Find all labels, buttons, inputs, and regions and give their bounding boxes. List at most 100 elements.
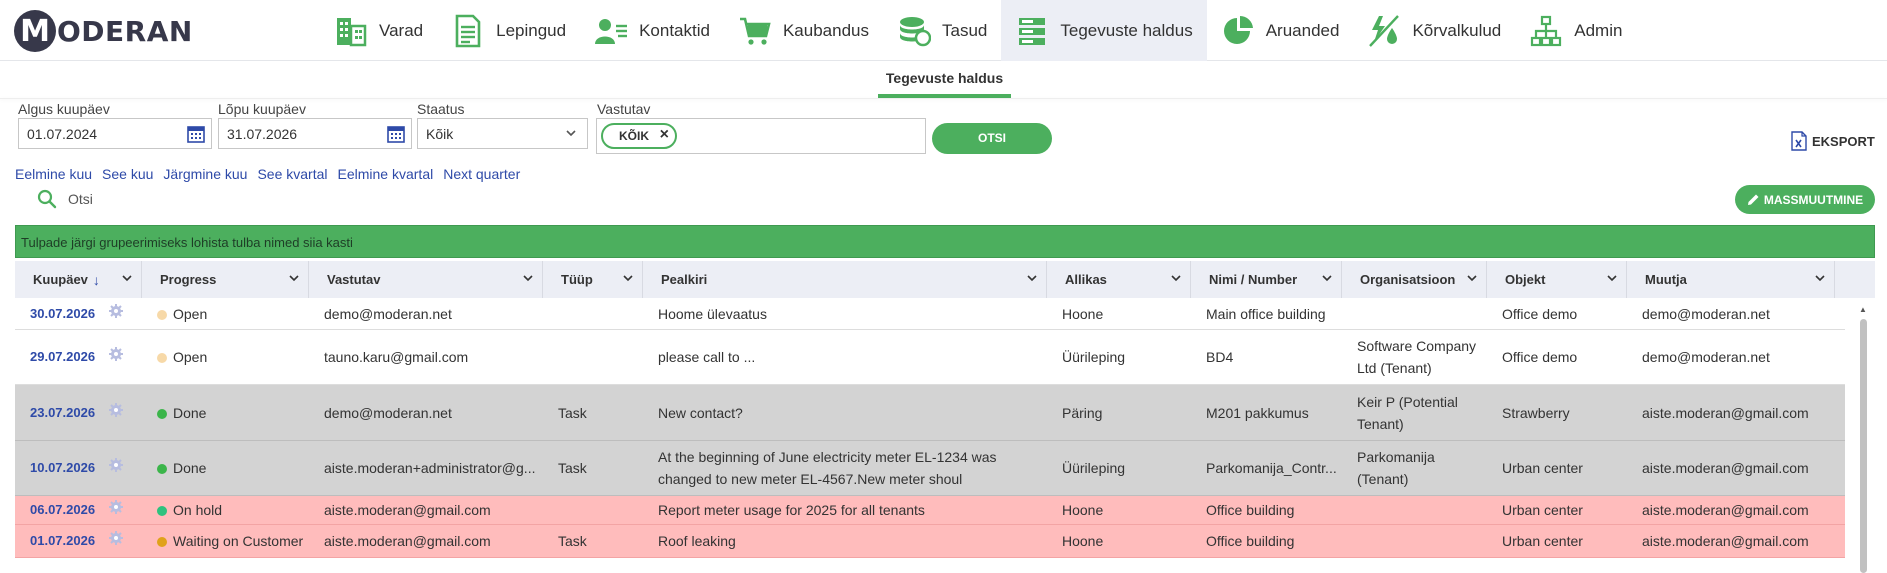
nav-item-tasud[interactable]: Tasud <box>883 0 1001 61</box>
row-date-link[interactable]: 30.07.2026 <box>30 306 95 321</box>
chevron-down-icon[interactable] <box>1466 272 1478 284</box>
gear-icon[interactable] <box>109 458 124 472</box>
nav-item-kaubandus[interactable]: Kaubandus <box>724 0 883 61</box>
row-date-link[interactable]: 29.07.2026 <box>30 349 95 364</box>
org-chart-icon <box>1529 14 1574 48</box>
chevron-down-icon[interactable] <box>1606 272 1618 284</box>
grid-header: Kuupäev ↓ Progress Vastutav Tüüp Pealkiri Alli… <box>15 261 1875 298</box>
table-row[interactable]: 06.07.2026 On hold aiste.moderan@gmail.com… <box>15 496 1845 525</box>
row-date[interactable]: 10.07.2026 <box>15 457 142 479</box>
tab-tegevuste-haldus[interactable]: Tegevuste haldus <box>878 70 1011 98</box>
calendar-icon[interactable] <box>387 125 405 143</box>
column-header[interactable]: Progress <box>142 261 309 298</box>
gear-icon[interactable] <box>109 303 124 318</box>
row-date[interactable]: 01.07.2026 <box>15 530 142 552</box>
row-progress: Done <box>142 402 309 424</box>
contacts-icon <box>594 14 639 48</box>
row-status-label: Done <box>173 404 207 421</box>
row-date[interactable]: 23.07.2026 <box>15 402 142 424</box>
chevron-down-icon[interactable] <box>1814 272 1826 284</box>
quick-link[interactable]: See kuu <box>102 166 153 182</box>
chevron-down-icon[interactable] <box>1026 272 1038 284</box>
chevron-down-icon[interactable] <box>1170 272 1182 284</box>
search-button[interactable]: OTSI <box>932 123 1052 154</box>
nav-item-kõrvalkulud[interactable]: Kõrvalkulud <box>1353 0 1515 61</box>
column-header[interactable]: Vastutav <box>309 261 543 298</box>
quick-link[interactable]: Eelmine kuu <box>15 166 92 182</box>
calendar-icon[interactable] <box>187 125 205 143</box>
gear-icon[interactable] <box>109 347 124 361</box>
row-date-link[interactable]: 10.07.2026 <box>30 460 95 475</box>
grid-search[interactable]: Otsi <box>37 189 93 209</box>
table-row[interactable]: 30.07.2026 Open demo@moderan.net Hoome ülev… <box>15 298 1845 330</box>
chevron-down-icon[interactable] <box>288 272 300 284</box>
chevron-down-icon[interactable] <box>622 272 634 284</box>
row-date[interactable]: 29.07.2026 <box>15 346 142 368</box>
chevron-down-icon[interactable] <box>1321 272 1333 284</box>
nav-item-lepingud[interactable]: Lepingud <box>437 0 580 61</box>
quick-link[interactable]: Eelmine kvartal <box>338 166 434 182</box>
column-header[interactable]: Nimi / Number <box>1191 261 1342 298</box>
moderan-logo[interactable]: M ODERAN <box>14 10 193 52</box>
column-header[interactable]: Muutja <box>1627 261 1835 298</box>
nav-item-label: Kõrvalkulud <box>1412 20 1502 40</box>
column-header[interactable]: Tüüp <box>543 261 643 298</box>
responsible-multiselect[interactable]: KÕIK × <box>596 118 926 154</box>
column-header[interactable]: Allikas <box>1047 261 1191 298</box>
quick-link[interactable]: Next quarter <box>443 166 520 182</box>
mass-edit-button[interactable]: MASSMUUTMINE <box>1735 185 1875 214</box>
table-row[interactable]: 10.07.2026 Done aiste.moderan+administrato… <box>15 441 1845 496</box>
status-select[interactable]: Kõik <box>417 118 588 149</box>
table-row[interactable]: 01.07.2026 Waiting on Customer aiste.moder… <box>15 525 1845 558</box>
nav-item-admin[interactable]: Admin <box>1515 0 1636 61</box>
end-date-input[interactable]: 31.07.2026 <box>218 118 412 149</box>
column-header[interactable]: Pealkiri <box>643 261 1047 298</box>
quick-link[interactable]: Järgmine kuu <box>163 166 247 182</box>
row-status-label: Done <box>173 460 207 476</box>
row-date-link[interactable]: 01.07.2026 <box>30 533 95 548</box>
column-header-label: Tüüp <box>561 272 593 287</box>
column-header-label: Pealkiri <box>661 272 708 287</box>
nav-item-varad[interactable]: Varad <box>320 0 437 61</box>
scroll-up-arrow[interactable]: ▲ <box>1859 305 1867 314</box>
start-date-input[interactable]: 01.07.2024 <box>18 118 212 149</box>
row-name-number: M201 pakkumus <box>1206 404 1309 421</box>
gear-icon[interactable] <box>109 500 124 514</box>
sort-descending-icon[interactable]: ↓ <box>93 272 100 288</box>
row-source: Päring <box>1062 404 1103 421</box>
responsible-chip[interactable]: KÕIK × <box>601 123 677 149</box>
column-header[interactable]: Kuupäev ↓ <box>15 261 142 298</box>
quick-link[interactable]: See kvartal <box>257 166 327 182</box>
scrollbar-thumb[interactable] <box>1860 319 1867 573</box>
nav-item-label: Admin <box>1574 20 1623 40</box>
table-row[interactable]: 29.07.2026 Open tauno.karu@gmail.com please… <box>15 330 1845 385</box>
row-title: please call to ... <box>658 349 756 365</box>
gear-icon[interactable] <box>109 531 124 545</box>
row-date-link[interactable]: 23.07.2026 <box>30 405 95 420</box>
column-header-label: Nimi / Number <box>1209 272 1298 287</box>
row-name-number: BD4 <box>1206 349 1234 365</box>
search-placeholder: Otsi <box>68 191 93 207</box>
column-header[interactable]: Objekt <box>1487 261 1627 298</box>
nav-item-tegevuste-haldus[interactable]: Tegevuste haldus <box>1001 0 1207 61</box>
row-date-link[interactable]: 06.07.2026 <box>30 502 95 517</box>
row-date[interactable]: 30.07.2026 <box>15 303 142 325</box>
nav-item-aruanded[interactable]: Aruanded <box>1207 0 1354 61</box>
chevron-down-icon[interactable] <box>121 272 133 284</box>
coins-icon <box>897 14 942 48</box>
close-icon[interactable]: × <box>660 124 669 146</box>
row-modifier: aiste.moderan@gmail.com <box>1642 533 1809 549</box>
row-modifier: aiste.moderan@gmail.com <box>1642 502 1809 518</box>
gear-icon[interactable] <box>109 402 124 417</box>
column-header-label: Progress <box>160 272 217 287</box>
export-button[interactable]: EKSPORT <box>1790 131 1875 151</box>
column-header[interactable]: Organisatsioon <box>1342 261 1487 298</box>
row-date[interactable]: 06.07.2026 <box>15 499 142 521</box>
group-by-drop-zone[interactable]: Tulpade järgi grupeerimiseks lohista tul… <box>15 225 1875 258</box>
row-modifier: aiste.moderan@gmail.com <box>1642 404 1809 421</box>
nav-item-kontaktid[interactable]: Kontaktid <box>580 0 724 61</box>
table-row[interactable]: 23.07.2026 Done demo@moderan.net Task New co… <box>15 385 1845 441</box>
vertical-scrollbar[interactable]: ▲ <box>1858 305 1868 573</box>
logo-mark: M <box>14 10 56 52</box>
chevron-down-icon[interactable] <box>522 272 534 284</box>
